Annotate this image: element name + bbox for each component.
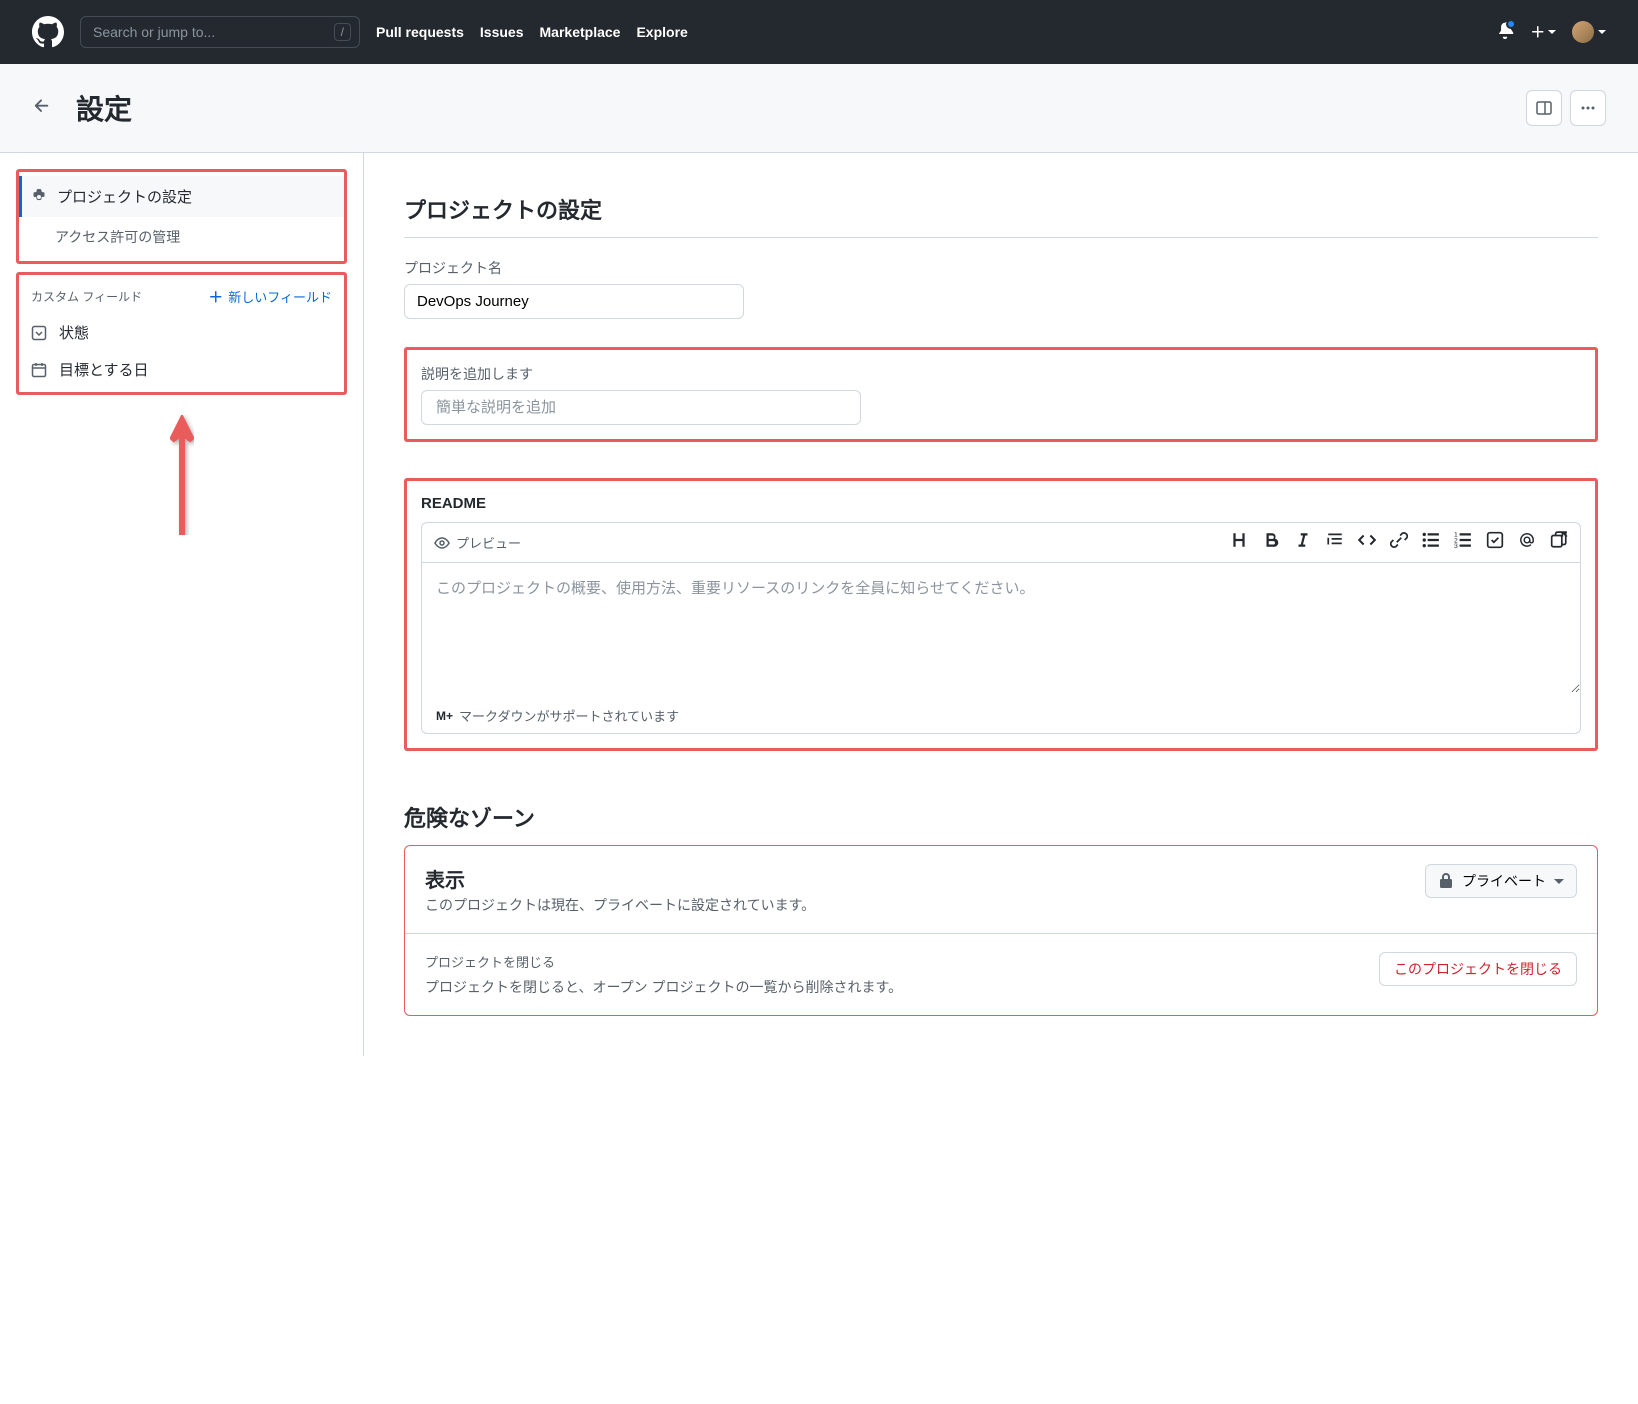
danger-zone: 表示 このプロジェクトは現在、プライベートに設定されています。 プライベート プ… bbox=[404, 845, 1598, 1016]
markdown-support-text: マークダウンがサポートされています bbox=[459, 706, 679, 725]
code-icon[interactable] bbox=[1358, 531, 1376, 554]
content: プロジェクトの設定 アクセス許可の管理 カスタム フィールド 新しいフィールド … bbox=[0, 153, 1638, 1056]
panel-toggle-button[interactable] bbox=[1526, 90, 1562, 126]
back-arrow[interactable] bbox=[32, 96, 52, 121]
description-section: 説明を追加します bbox=[404, 347, 1598, 442]
bold-icon[interactable] bbox=[1262, 531, 1280, 554]
visibility-info: 表示 このプロジェクトは現在、プライベートに設定されています。 bbox=[425, 864, 815, 915]
sidebar-item-project-settings[interactable]: プロジェクトの設定 bbox=[19, 176, 344, 217]
settings-heading: プロジェクトの設定 bbox=[404, 193, 1598, 225]
quote-icon[interactable] bbox=[1326, 531, 1344, 554]
divider bbox=[404, 237, 1598, 238]
gear-icon bbox=[31, 189, 47, 205]
svg-text:3: 3 bbox=[1454, 543, 1458, 549]
visibility-row: 表示 このプロジェクトは現在、プライベートに設定されています。 プライベート bbox=[405, 846, 1597, 933]
field-label: 状態 bbox=[59, 322, 89, 343]
global-search[interactable]: / bbox=[80, 16, 360, 48]
cross-reference-icon[interactable] bbox=[1550, 531, 1568, 554]
description-label: 説明を追加します bbox=[421, 364, 1581, 384]
arrow-annotation bbox=[16, 415, 347, 535]
notification-dot bbox=[1506, 19, 1516, 29]
italic-icon[interactable] bbox=[1294, 531, 1312, 554]
close-project-desc: プロジェクトを閉じると、オープン プロジェクトの一覧から削除されます。 bbox=[425, 977, 902, 997]
heading-icon[interactable] bbox=[1230, 531, 1248, 554]
sidebar-custom-fields-section: カスタム フィールド 新しいフィールド 状態 目標とする日 bbox=[16, 272, 347, 395]
tasklist-icon[interactable] bbox=[1486, 531, 1504, 554]
visibility-button[interactable]: プライベート bbox=[1425, 864, 1577, 898]
page-actions bbox=[1526, 90, 1606, 126]
readme-section: README プレビュー bbox=[404, 478, 1598, 751]
lock-icon bbox=[1438, 873, 1454, 889]
sidebar-label: アクセス許可の管理 bbox=[55, 227, 180, 247]
ordered-list-icon[interactable]: 123 bbox=[1454, 531, 1472, 554]
main-content: プロジェクトの設定 プロジェクト名 説明を追加します README プレビュー bbox=[364, 153, 1638, 1056]
preview-toggle[interactable]: プレビュー bbox=[434, 533, 521, 552]
mention-icon[interactable] bbox=[1518, 531, 1536, 554]
new-field-link[interactable]: 新しいフィールド bbox=[208, 287, 332, 306]
project-name-label: プロジェクト名 bbox=[404, 258, 1598, 278]
nav-explore[interactable]: Explore bbox=[636, 24, 687, 40]
sidebar-label: プロジェクトの設定 bbox=[57, 186, 192, 207]
chevron-down-icon bbox=[1554, 879, 1564, 884]
notifications-icon[interactable] bbox=[1496, 21, 1514, 44]
add-menu[interactable] bbox=[1530, 24, 1556, 40]
page-title: 設定 bbox=[76, 88, 1526, 128]
visibility-desc: このプロジェクトは現在、プライベートに設定されています。 bbox=[425, 895, 815, 915]
description-input[interactable] bbox=[421, 390, 861, 425]
primary-nav: Pull requests Issues Marketplace Explore bbox=[376, 24, 688, 40]
readme-textarea[interactable] bbox=[422, 563, 1580, 693]
close-project-row: プロジェクトを閉じる プロジェクトを閉じると、オープン プロジェクトの一覧から削… bbox=[405, 933, 1597, 1015]
user-menu[interactable] bbox=[1572, 21, 1606, 43]
close-project-button[interactable]: このプロジェクトを閉じる bbox=[1379, 952, 1577, 986]
eye-icon bbox=[434, 535, 450, 551]
toolbar-icons: 123 bbox=[1230, 531, 1568, 554]
markdown-badge: M+ bbox=[436, 709, 453, 723]
nav-issues[interactable]: Issues bbox=[480, 24, 524, 40]
sidebar-item-manage-access[interactable]: アクセス許可の管理 bbox=[19, 217, 344, 257]
custom-fields-label: カスタム フィールド bbox=[31, 288, 142, 305]
field-label: 目標とする日 bbox=[59, 359, 149, 380]
readme-box: プレビュー bbox=[421, 522, 1581, 734]
field-item-target-date[interactable]: 目標とする日 bbox=[19, 351, 344, 388]
readme-label: README bbox=[421, 495, 1581, 512]
page-header: 設定 bbox=[0, 64, 1638, 153]
close-project-label: プロジェクトを閉じる bbox=[425, 952, 902, 971]
calendar-icon bbox=[31, 362, 47, 378]
danger-zone-heading: 危険なゾーン bbox=[404, 801, 1598, 833]
readme-toolbar: プレビュー bbox=[422, 523, 1580, 563]
more-options-button[interactable] bbox=[1570, 90, 1606, 126]
unordered-list-icon[interactable] bbox=[1422, 531, 1440, 554]
global-header: / Pull requests Issues Marketplace Explo… bbox=[0, 0, 1638, 64]
project-name-input[interactable] bbox=[404, 284, 744, 319]
field-item-status[interactable]: 状態 bbox=[19, 314, 344, 351]
avatar bbox=[1572, 21, 1594, 43]
link-icon[interactable] bbox=[1390, 531, 1408, 554]
sidebar-settings-section: プロジェクトの設定 アクセス許可の管理 bbox=[16, 169, 347, 264]
github-logo[interactable] bbox=[32, 16, 64, 48]
close-project-info: プロジェクトを閉じる プロジェクトを閉じると、オープン プロジェクトの一覧から削… bbox=[425, 952, 902, 997]
readme-footer: M+ マークダウンがサポートされています bbox=[422, 698, 1580, 733]
sidebar: プロジェクトの設定 アクセス許可の管理 カスタム フィールド 新しいフィールド … bbox=[0, 153, 364, 1056]
header-right bbox=[1496, 21, 1606, 44]
nav-pull-requests[interactable]: Pull requests bbox=[376, 24, 464, 40]
search-input[interactable] bbox=[81, 24, 334, 40]
search-shortcut-key: / bbox=[334, 23, 351, 41]
custom-fields-header: カスタム フィールド 新しいフィールド bbox=[19, 279, 344, 314]
visibility-title: 表示 bbox=[425, 864, 815, 893]
nav-marketplace[interactable]: Marketplace bbox=[540, 24, 621, 40]
single-select-icon bbox=[31, 325, 47, 341]
plus-icon bbox=[208, 289, 224, 305]
